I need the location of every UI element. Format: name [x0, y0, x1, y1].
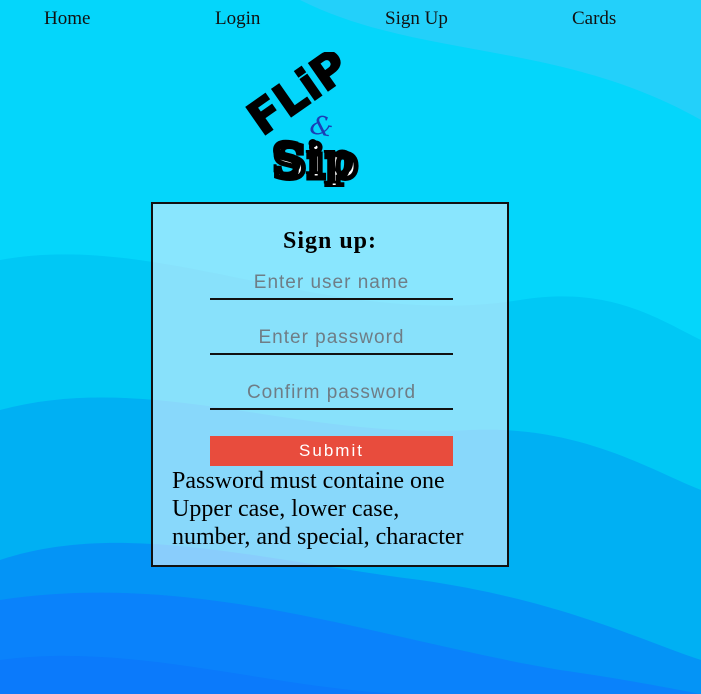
top-nav: Home Login Sign Up Cards: [0, 0, 701, 36]
password-input[interactable]: [210, 323, 453, 355]
flip-and-sip-logo: FLiP & Sip Sip: [237, 52, 361, 187]
hint-line-3: number, and special, character: [172, 524, 464, 550]
hint-line-2: Upper case, lower case,: [172, 496, 400, 522]
nav-signup-link[interactable]: Sign Up: [385, 8, 448, 30]
nav-login-link[interactable]: Login: [215, 8, 260, 30]
logo-sip-text: Sip: [270, 131, 356, 185]
confirm-password-input[interactable]: [210, 378, 453, 410]
nav-home-link[interactable]: Home: [44, 8, 90, 30]
password-requirements-note: Password must containe one Upper case, l…: [172, 467, 502, 551]
username-input[interactable]: [210, 268, 453, 300]
submit-button[interactable]: Submit: [210, 436, 453, 466]
signup-card: Sign up: Submit Password must containe o…: [151, 202, 509, 567]
nav-cards-link[interactable]: Cards: [572, 8, 616, 30]
signup-title: Sign up:: [282, 228, 378, 254]
hint-line-1: Password must containe one: [172, 468, 445, 494]
